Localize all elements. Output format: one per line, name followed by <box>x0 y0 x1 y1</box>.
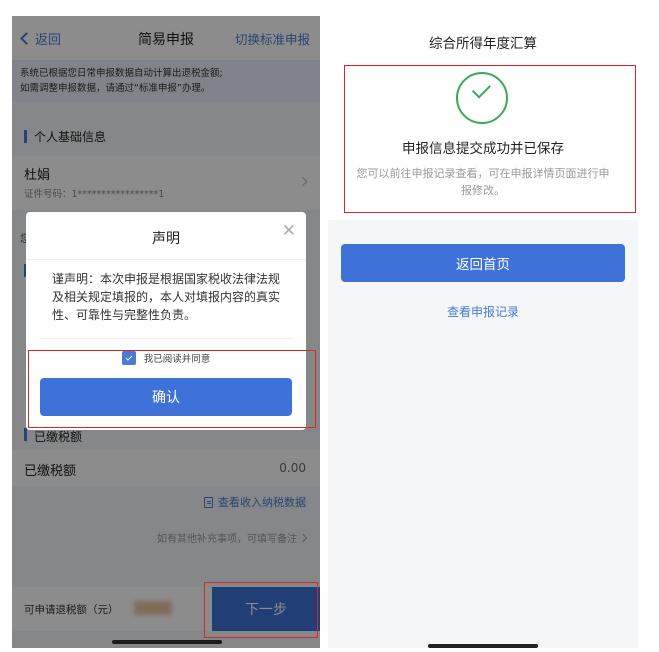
agree-label: 我已阅读并同意 <box>143 354 211 365</box>
home-indicator <box>428 644 538 648</box>
page-title: 综合所得年度汇算 <box>429 36 537 52</box>
success-card: 申报信息提交成功并已保存 您可以前往申报记录查看，可在申报详情页面进行申报修改。 <box>328 64 638 220</box>
dialog-title: 声明 <box>152 231 180 247</box>
close-icon[interactable]: ✕ <box>282 223 296 240</box>
declaration-dialog: 声明 ✕ 谨声明：本次申报是根据国家税收法律法规及相关规定填报的，本人对填报内容… <box>26 212 306 430</box>
agree-checkbox-row[interactable]: 我已阅读并同意 <box>26 351 306 365</box>
return-home-button[interactable]: 返回首页 <box>341 244 625 282</box>
divider <box>26 259 306 260</box>
right-phone-screen: 综合所得年度汇算 申报信息提交成功并已保存 您可以前往申报记录查看，可在申报详情… <box>328 16 638 648</box>
divider <box>40 338 292 339</box>
view-records-link[interactable]: 查看申报记录 <box>328 303 638 320</box>
checkmark-icon <box>471 79 492 99</box>
confirm-button[interactable]: 确认 <box>40 378 292 416</box>
checkmark-icon <box>125 353 132 361</box>
right-navbar: 综合所得年度汇算 <box>328 16 638 64</box>
success-check-icon <box>456 72 508 124</box>
success-title: 申报信息提交成功并已保存 <box>402 141 564 157</box>
agree-checkbox[interactable] <box>121 351 136 365</box>
declaration-text: 谨声明：本次申报是根据国家税收法律法规及相关规定填报的，本人对填报内容的真实性、… <box>52 272 281 322</box>
success-description: 您可以前往申报记录查看，可在申报详情页面进行申报修改。 <box>356 167 610 197</box>
